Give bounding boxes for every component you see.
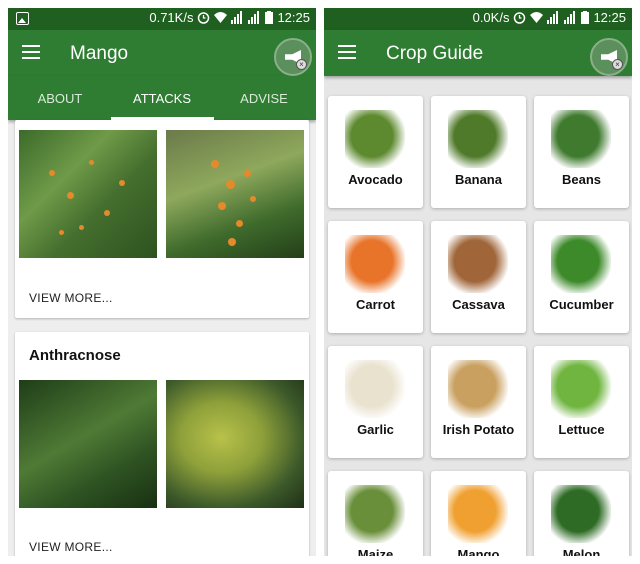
page-title: Crop Guide <box>386 43 484 64</box>
battery-icon <box>581 11 590 24</box>
disease-card: VIEW MORE... <box>15 120 309 318</box>
crop-image <box>345 235 405 293</box>
disease-photo[interactable] <box>19 380 157 508</box>
crop-card[interactable]: Beans <box>534 96 629 208</box>
crop-image <box>345 485 405 543</box>
crop-image <box>448 110 508 168</box>
tab-bar: ABOUT ATTACKS ADVISE <box>8 76 316 120</box>
view-more-link[interactable]: VIEW MORE... <box>29 291 113 305</box>
crop-card[interactable]: Banana <box>431 96 526 208</box>
disease-photo[interactable] <box>166 130 304 258</box>
crop-image <box>448 360 508 418</box>
alarm-icon <box>198 12 210 24</box>
crop-label: Garlic <box>357 422 394 437</box>
tab-about[interactable]: ABOUT <box>10 91 110 106</box>
crop-image <box>551 110 611 168</box>
crop-label: Maize <box>357 547 394 556</box>
crop-image <box>448 235 508 293</box>
crop-image <box>551 485 611 543</box>
crop-card[interactable]: Cucumber <box>534 221 629 333</box>
crop-card[interactable]: Garlic <box>328 346 423 458</box>
crop-card[interactable]: Carrot <box>328 221 423 333</box>
announce-fab[interactable]: × <box>274 38 312 76</box>
crop-label: Melon <box>562 547 601 556</box>
tab-attacks[interactable]: ATTACKS <box>112 91 212 106</box>
crop-label: Carrot <box>355 297 395 312</box>
crop-card[interactable]: Irish Potato <box>431 346 526 458</box>
crop-label: Avocado <box>348 172 403 187</box>
app-bar: Mango <box>8 30 316 76</box>
crop-image <box>551 235 611 293</box>
mango-screen: 0.71K/s 12:25 Mango ABOUT ATTACKS ADVISE… <box>8 8 316 556</box>
disease-photo[interactable] <box>19 130 157 258</box>
crop-label: Mango <box>457 547 500 556</box>
disease-photo[interactable] <box>166 380 304 508</box>
status-bar: 0.0K/s 12:25 <box>324 8 632 30</box>
image-notification-icon <box>16 12 29 25</box>
tab-advise[interactable]: ADVISE <box>214 91 314 106</box>
clock: 12:25 <box>593 10 626 25</box>
clock: 12:25 <box>277 10 310 25</box>
crop-guide-screen: 0.0K/s 12:25 Crop Guide × Avocado Banana B… <box>324 8 632 556</box>
network-speed: 0.0K/s <box>472 10 510 25</box>
signal-icon-2 <box>564 11 576 24</box>
signal-icon <box>547 11 559 24</box>
crop-label: Irish Potato <box>442 422 515 437</box>
view-more-link[interactable]: VIEW MORE... <box>29 540 113 554</box>
battery-icon <box>265 11 274 24</box>
crop-image <box>345 110 405 168</box>
announce-fab[interactable]: × <box>590 38 628 76</box>
crop-card[interactable]: Melon <box>534 471 629 556</box>
crop-label: Banana <box>455 172 502 187</box>
hamburger-menu-icon[interactable] <box>22 45 40 59</box>
crop-card[interactable]: Maize <box>328 471 423 556</box>
alarm-icon <box>514 12 526 24</box>
crop-image <box>345 360 405 418</box>
crop-label: Cucumber <box>549 297 614 312</box>
crop-image <box>551 360 611 418</box>
status-bar: 0.71K/s 12:25 <box>8 8 316 30</box>
crop-card[interactable]: Mango <box>431 471 526 556</box>
crop-card[interactable]: Avocado <box>328 96 423 208</box>
disease-card: Anthracnose VIEW MORE... <box>15 332 309 556</box>
network-speed: 0.71K/s <box>149 10 194 25</box>
crop-card[interactable]: Cassava <box>431 221 526 333</box>
crop-label: Cassava <box>452 297 505 312</box>
wifi-icon <box>530 12 544 23</box>
signal-icon <box>231 11 243 24</box>
disease-title: Anthracnose <box>29 347 121 364</box>
wifi-icon <box>214 12 228 23</box>
close-icon: × <box>612 59 623 70</box>
close-icon: × <box>296 59 307 70</box>
app-bar: Crop Guide <box>324 30 632 76</box>
crop-label: Lettuce <box>558 422 605 437</box>
page-title: Mango <box>70 43 129 64</box>
crop-image <box>448 485 508 543</box>
signal-icon-2 <box>248 11 260 24</box>
crop-card[interactable]: Lettuce <box>534 346 629 458</box>
crop-label: Beans <box>561 172 602 187</box>
hamburger-menu-icon[interactable] <box>338 45 356 59</box>
